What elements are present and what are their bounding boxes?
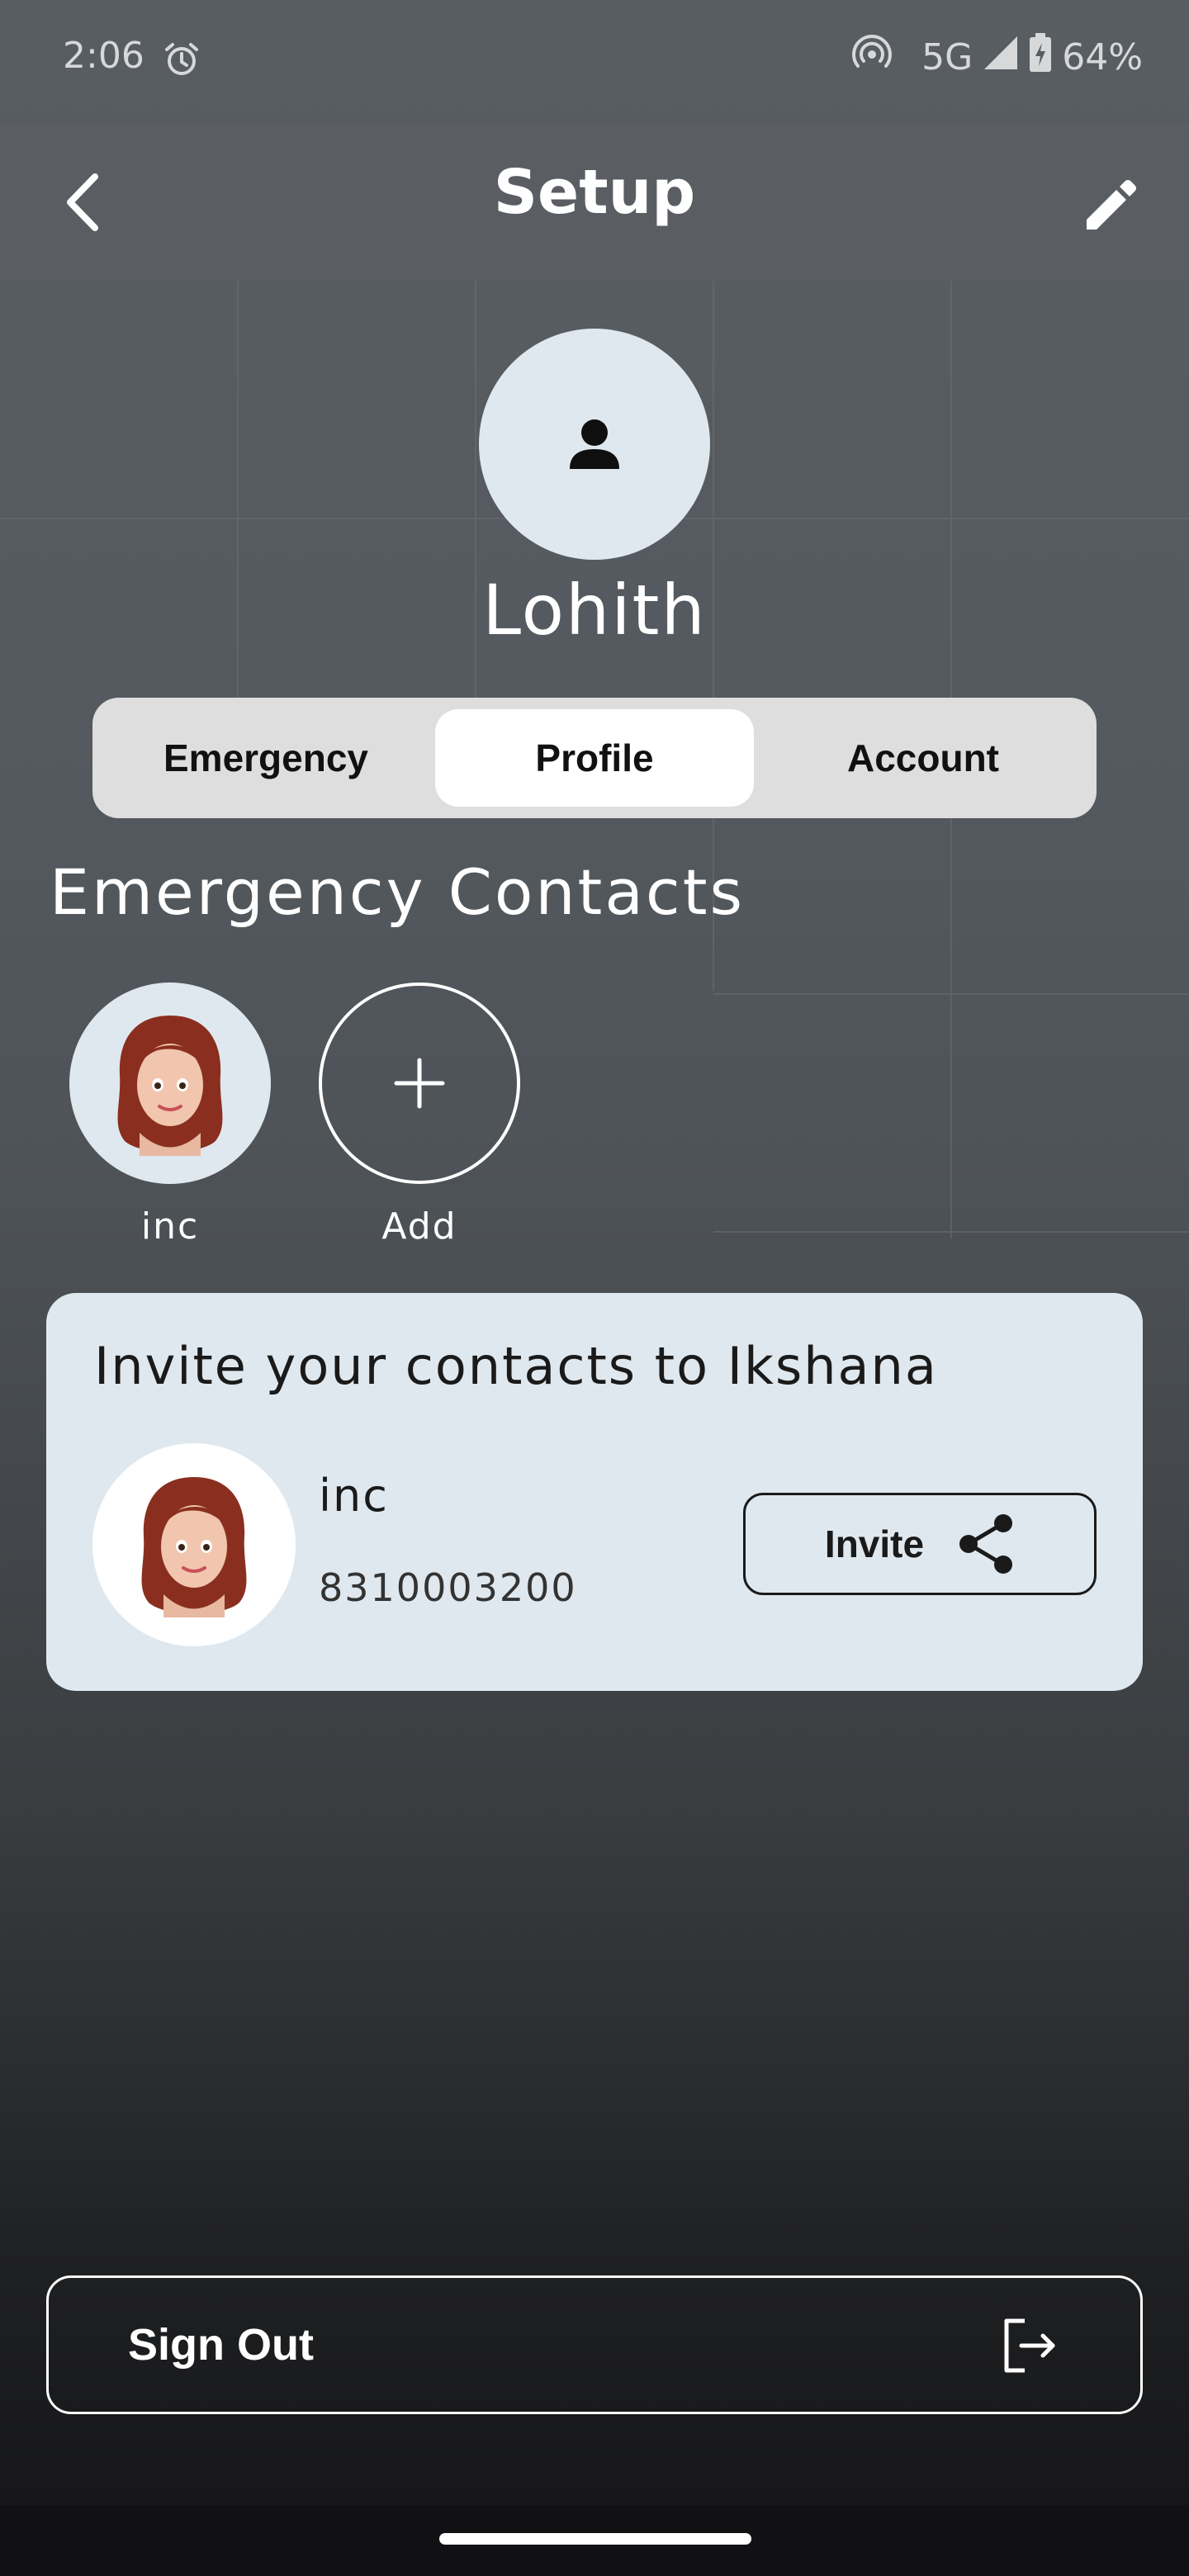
tab-emergency[interactable]: Emergency <box>101 709 431 807</box>
status-indicators: 5G 64% <box>850 33 1143 82</box>
invite-title: Invite your contacts to Ikshana <box>94 1336 938 1396</box>
contact-label-inc: inc <box>140 1205 200 1248</box>
profile-name: Lohith <box>482 570 707 651</box>
pencil-icon <box>1087 180 1136 230</box>
invite-button[interactable]: Invite <box>743 1493 1097 1595</box>
home-indicator[interactable] <box>439 2533 751 2545</box>
section-title: Emergency Contacts <box>50 855 746 929</box>
network-type: 5G <box>921 36 973 78</box>
person-icon <box>570 419 619 469</box>
invite-contact-phone: 8310003200 <box>319 1565 577 1610</box>
system-navigation-bar <box>0 2505 1189 2576</box>
page-title: Setup <box>493 157 696 228</box>
profile-avatar[interactable] <box>479 329 710 560</box>
battery-level: 64% <box>1062 36 1143 78</box>
invite-contact-avatar <box>92 1443 296 1646</box>
add-contact-label: Add <box>381 1205 457 1248</box>
battery-icon <box>1029 33 1052 82</box>
add-contact-button[interactable] <box>319 983 520 1184</box>
invite-contact-name: inc <box>319 1470 389 1522</box>
sign-out-label: Sign Out <box>128 2320 314 2370</box>
sign-out-button[interactable]: Sign Out <box>46 2275 1143 2414</box>
tab-profile[interactable]: Profile <box>435 709 754 807</box>
female-avatar-icon <box>117 1016 223 1156</box>
hotspot-icon <box>850 33 893 82</box>
female-avatar-icon <box>141 1477 247 1617</box>
app-header: Setup <box>0 124 1189 281</box>
tab-account[interactable]: Account <box>758 709 1088 807</box>
edit-button[interactable] <box>1073 168 1148 243</box>
alarm-icon <box>162 40 201 83</box>
invite-card: Invite your contacts to Ikshana inc 8310… <box>46 1293 1143 1691</box>
contact-avatar-inc[interactable] <box>69 983 271 1184</box>
share-icon <box>959 1514 1013 1574</box>
status-time: 2:06 <box>63 35 144 77</box>
tab-bar: Emergency Profile Account <box>92 698 1097 818</box>
invite-button-label: Invite <box>824 1522 925 1565</box>
plus-icon <box>394 1058 445 1109</box>
signal-icon <box>983 35 1019 80</box>
logout-icon <box>1004 2318 1055 2373</box>
status-bar: 2:06 5G 64% <box>0 0 1189 124</box>
